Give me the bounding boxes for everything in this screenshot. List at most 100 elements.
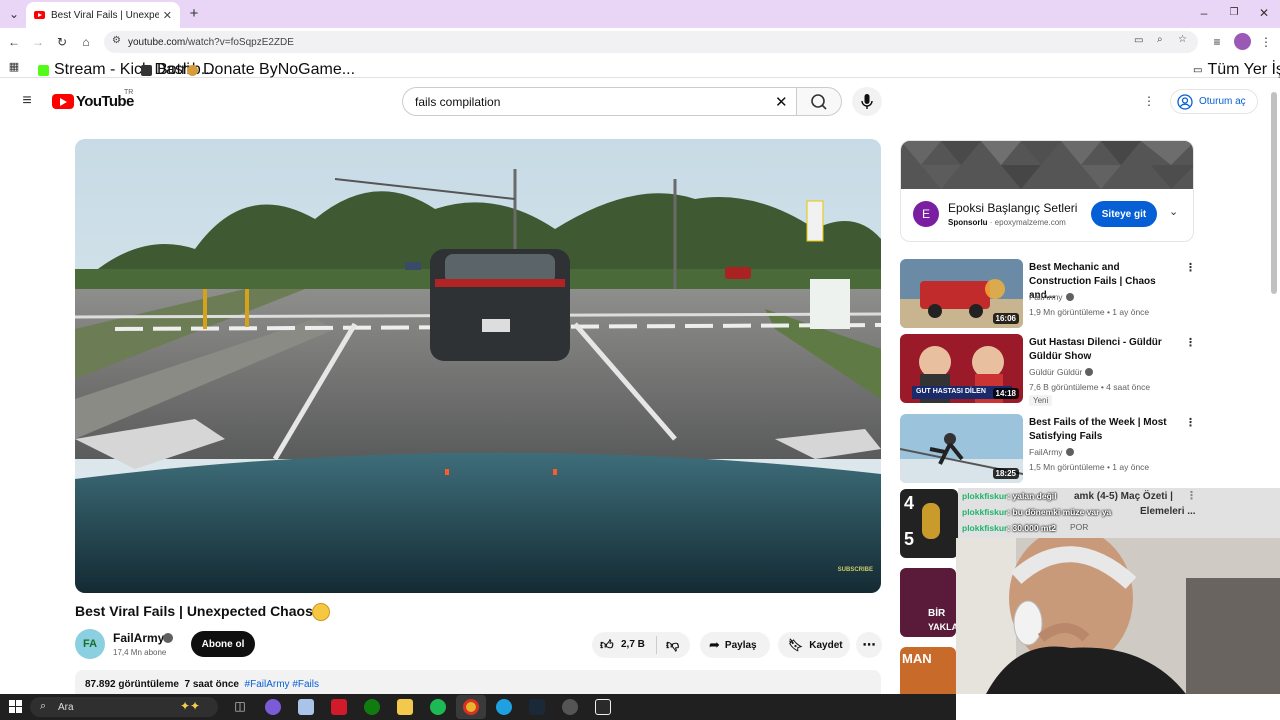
video-thumbnail[interactable]: 18:25 — [900, 414, 1023, 483]
chat-text: : 30.000 mt2 — [1007, 523, 1057, 533]
xbox-icon[interactable] — [364, 699, 380, 715]
ad-title[interactable]: Epoksi Başlangıç Setleri — [948, 201, 1077, 215]
tab-title: Best Viral Fails | Unexpected Ch — [51, 9, 159, 21]
app-red-icon[interactable] — [331, 699, 347, 715]
epic-games-icon[interactable] — [595, 699, 611, 715]
search-input[interactable]: fails compilation ✕ — [402, 87, 796, 116]
dislike-icon[interactable]: 👎︎ — [666, 637, 679, 653]
close-window-icon[interactable]: ✕ — [1256, 5, 1272, 21]
ad-card[interactable]: E Epoksi Başlangıç Setleri Sponsorlu · e… — [900, 140, 1194, 242]
close-tab-icon[interactable]: ✕ — [163, 9, 172, 22]
taskbar-search[interactable]: ⌕ Ara ✦✦ — [30, 697, 218, 717]
windows-start-icon[interactable] — [9, 700, 22, 713]
save-button[interactable]: 🔖︎ Kaydet — [778, 632, 850, 658]
ad-banner[interactable] — [901, 141, 1193, 189]
bookmark-star-icon[interactable]: ☆ — [1178, 34, 1187, 45]
upload-age: 7 saat önce — [184, 679, 239, 690]
video-thumbnail[interactable]: 4 5 — [900, 489, 958, 558]
clear-search-icon[interactable]: ✕ — [775, 93, 788, 111]
chat-message: plokkfiskur: bu dönemki müze var ya — [962, 507, 1111, 517]
hashtags[interactable]: #FailArmy #Fails — [245, 679, 319, 690]
youtube-logo[interactable]: YouTube TR — [52, 89, 134, 110]
chevron-down-icon[interactable]: ⌄ — [1169, 205, 1178, 218]
url-host: youtube.com — [128, 36, 186, 48]
rec-menu-icon[interactable]: ⋮ — [1185, 336, 1196, 349]
duration-badge: 16:06 — [992, 313, 1019, 324]
address-bar[interactable]: ⚙ youtube.com/watch?v=foSqpzE2ZDE ▭ ⌕ ☆ — [104, 31, 1198, 53]
rec-channel[interactable]: Güldür Güldür — [1029, 367, 1094, 377]
video-thumbnail[interactable]: 16:06 — [900, 259, 1023, 328]
ad-sponsor-line: Sponsorlu · epoxymalzeme.com — [948, 218, 1066, 227]
channel-name[interactable]: FailArmy — [113, 631, 164, 645]
duration-badge: 18:25 — [992, 468, 1019, 479]
video-thumbnail[interactable]: GUT HASTASI DİLEN 14:18 — [900, 334, 1023, 403]
video-thumbnail[interactable]: BİR YAKLAŞ — [900, 568, 956, 637]
thumbnail-caption: MAN — [902, 651, 932, 666]
signin-button[interactable]: Oturum aç — [1170, 89, 1258, 114]
rec-channel[interactable]: FailArmy — [1029, 447, 1074, 457]
like-count[interactable]: 2,7 B — [621, 639, 645, 650]
minimize-icon[interactable]: – — [1196, 5, 1212, 21]
botrix-icon — [141, 64, 152, 76]
webcam-feed — [956, 538, 1280, 694]
steam-icon[interactable] — [529, 699, 545, 715]
search-icon: ⌕ — [40, 700, 47, 712]
profile-avatar[interactable] — [1234, 33, 1251, 50]
ad-domain: epoxymalzeme.com — [994, 218, 1066, 227]
video-thumbnail[interactable]: MAN — [900, 647, 956, 694]
widgets-icon[interactable] — [298, 699, 314, 715]
voice-search-button[interactable] — [852, 87, 882, 116]
verified-icon — [163, 633, 173, 643]
file-explorer-icon[interactable] — [397, 699, 413, 715]
hamburger-menu-icon[interactable]: ≡ — [18, 93, 36, 109]
obs-icon[interactable] — [562, 699, 578, 715]
share-button[interactable]: ➦ Paylaş — [700, 632, 770, 658]
settings-more-icon[interactable]: ⋮ — [1141, 93, 1157, 109]
all-bookmarks[interactable]: ▭ Tüm Yer İşaretleri — [1193, 61, 1280, 79]
rec-channel-name: Güldür Güldür — [1029, 367, 1083, 377]
apps-icon[interactable]: ▦ — [6, 59, 22, 75]
reading-list-icon[interactable]: ≡ — [1209, 34, 1225, 50]
video-player[interactable]: SUBSCRIBE — [75, 139, 881, 593]
webcam-overlay — [956, 538, 1280, 694]
channel-avatar[interactable]: FA — [75, 629, 105, 659]
edge-icon[interactable] — [496, 699, 512, 715]
tab-search-icon[interactable]: ⌄ — [6, 6, 22, 22]
reload-icon[interactable]: ↻ — [54, 34, 70, 50]
search-button[interactable] — [796, 87, 842, 116]
subscribe-button[interactable]: Abone ol — [191, 631, 255, 657]
chrome-icon[interactable] — [463, 699, 479, 715]
visit-site-button[interactable]: Siteye git — [1091, 201, 1157, 227]
subscribe-overlay[interactable]: SUBSCRIBE — [838, 567, 873, 573]
rec-title[interactable]: Gut Hastası Dilenci - Güldür Güldür Show — [1029, 336, 1181, 364]
like-icon[interactable]: 👍︎ — [600, 637, 614, 653]
more-actions-button[interactable]: ⋯ — [856, 632, 882, 658]
new-badge: Yeni — [1029, 395, 1053, 406]
share-label: Paylaş — [724, 639, 757, 651]
chat-text: : yalan değil — [1007, 491, 1057, 501]
site-info-icon[interactable]: ⚙ — [112, 35, 121, 46]
rec-channel[interactable]: FailArmy — [1029, 292, 1074, 302]
video-frame — [75, 139, 881, 593]
spotify-icon[interactable] — [430, 699, 446, 715]
new-tab-icon[interactable]: + — [186, 6, 202, 22]
page-scrollbar[interactable] — [1271, 92, 1277, 294]
advertiser-logo[interactable]: E — [913, 201, 939, 227]
rec-menu-icon[interactable]: ⋮ — [1185, 261, 1196, 274]
url-path: /watch?v=foSqpzE2ZDE — [185, 36, 294, 48]
laughing-emoji-icon — [312, 603, 330, 621]
home-icon[interactable]: ⌂ — [78, 34, 94, 50]
back-icon[interactable]: ← — [6, 34, 22, 50]
score-home: 4 — [904, 493, 915, 513]
zoom-icon[interactable]: ⌕ — [1157, 34, 1163, 45]
cast-icon[interactable]: ▭ — [1134, 35, 1143, 46]
task-view-icon[interactable]: ◫ — [232, 699, 248, 715]
rec-title[interactable]: Best Fails of the Week | Most Satisfying… — [1029, 416, 1181, 444]
bookmark-donate[interactable]: Donate ByNoGame... — [187, 61, 355, 79]
browser-tab[interactable]: Best Viral Fails | Unexpected Ch ✕ — [26, 2, 180, 28]
copilot-icon[interactable] — [265, 699, 281, 715]
rec-menu-icon[interactable]: ⋮ — [1185, 416, 1196, 429]
restore-icon[interactable]: ❐ — [1226, 5, 1242, 21]
chrome-menu-icon[interactable]: ⋮ — [1258, 34, 1274, 50]
forward-icon[interactable]: → — [30, 34, 46, 50]
